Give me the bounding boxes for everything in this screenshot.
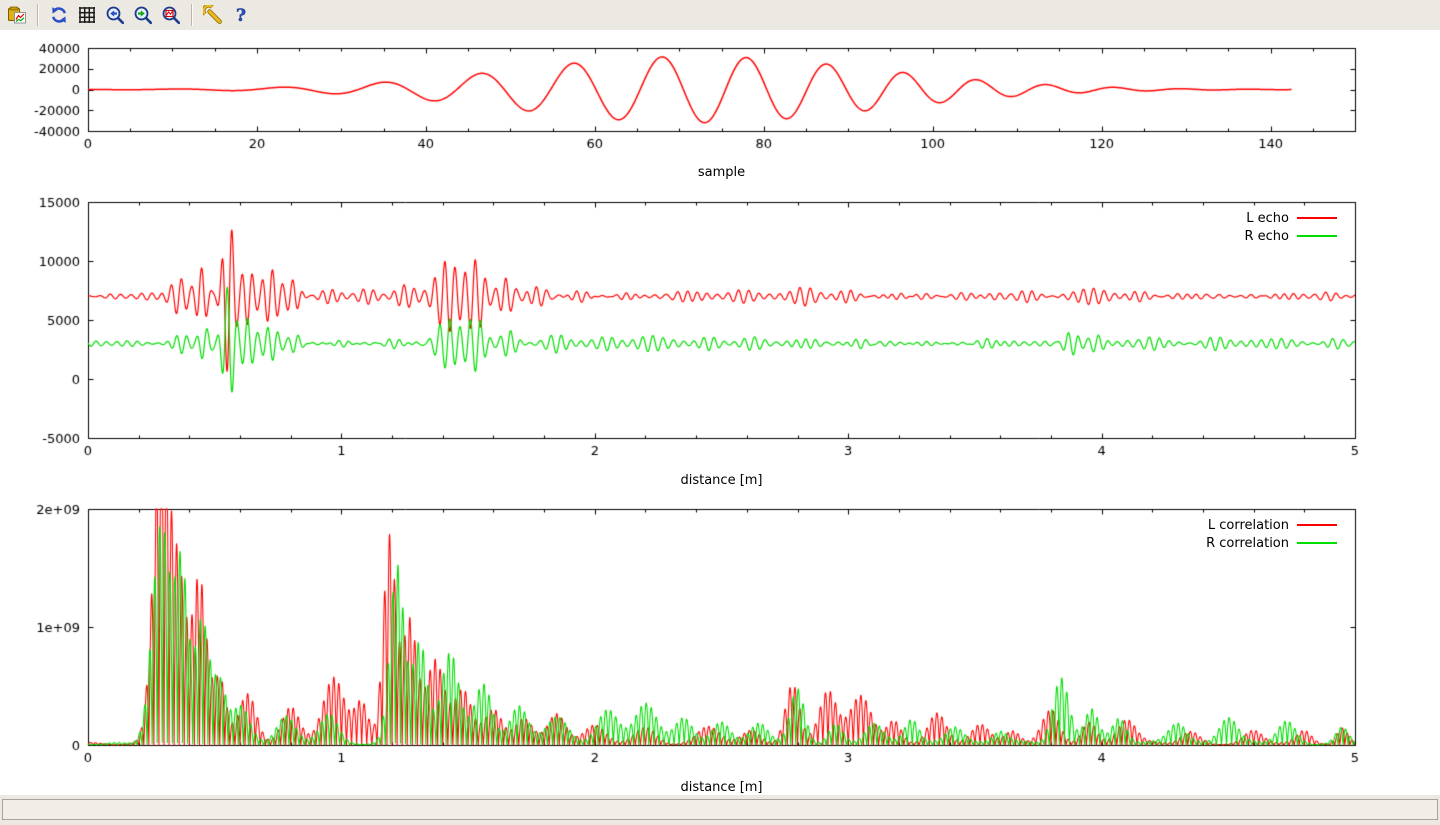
legend-entry-r-correlation: R correlation <box>1206 534 1337 552</box>
legend-label: L echo <box>1246 211 1289 226</box>
svg-text:?: ? <box>236 6 246 25</box>
help-icon: ? <box>231 5 251 25</box>
gnuplot-window: { "window": { "background": "#ece9e2", "… <box>0 0 1440 825</box>
zoom-fit-icon <box>161 5 181 25</box>
legend-label: R correlation <box>1206 536 1289 551</box>
legend-label: R echo <box>1244 229 1289 244</box>
toggle-grid-button[interactable] <box>75 2 99 28</box>
plot-area: sample distance [m] distance [m] L echo … <box>0 30 1440 795</box>
refresh-icon <box>49 5 69 25</box>
grid-icon <box>77 5 97 25</box>
legend-entry-l-echo: L echo <box>1244 209 1337 227</box>
chart2-legend: L echo R echo <box>1244 209 1337 245</box>
wrench-icon <box>203 5 223 25</box>
chart3-legend: L correlation R correlation <box>1206 516 1337 552</box>
clipboard-chart-icon <box>7 5 27 25</box>
status-bar <box>2 799 1438 820</box>
next-zoom-button[interactable] <box>131 2 155 28</box>
chart2-x-axis-title: distance [m] <box>88 474 1355 488</box>
chart1-x-axis-title: sample <box>88 166 1355 180</box>
configure-button[interactable] <box>201 2 225 28</box>
help-button[interactable]: ? <box>229 2 253 28</box>
toolbar-separator <box>37 4 39 26</box>
copy-to-clipboard-button[interactable] <box>5 2 29 28</box>
toolbar: ? <box>0 0 1440 31</box>
zoom-next-icon <box>133 5 153 25</box>
legend-entry-l-correlation: L correlation <box>1206 516 1337 534</box>
legend-line-sample <box>1297 217 1337 219</box>
replot-button[interactable] <box>47 2 71 28</box>
previous-zoom-button[interactable] <box>103 2 127 28</box>
toolbar-separator <box>191 4 193 26</box>
legend-line-sample <box>1297 235 1337 237</box>
charts-canvas[interactable] <box>0 30 1440 795</box>
legend-label: L correlation <box>1208 518 1289 533</box>
zoom-previous-icon <box>105 5 125 25</box>
legend-entry-r-echo: R echo <box>1244 227 1337 245</box>
autoscale-button[interactable] <box>159 2 183 28</box>
legend-line-sample <box>1297 524 1337 526</box>
legend-line-sample <box>1297 542 1337 544</box>
chart3-x-axis-title: distance [m] <box>88 781 1355 795</box>
